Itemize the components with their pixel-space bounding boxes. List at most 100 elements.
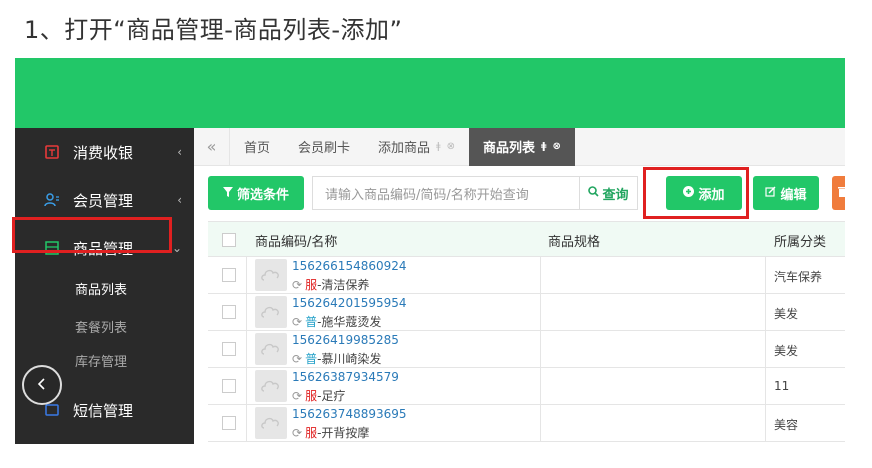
row-checkbox[interactable]	[222, 342, 236, 356]
product-type-tag: 服	[305, 278, 318, 292]
product-thumbnail-icon	[255, 370, 287, 402]
tab-add-product[interactable]: 添加商品 ǂ ⊗	[364, 128, 469, 166]
table-row[interactable]: 156266154860924 ⟳ 服-清洁保养 汽车保养	[208, 257, 845, 294]
column-divider	[765, 405, 766, 442]
tab-label: 添加商品	[378, 141, 431, 156]
edit-icon	[765, 186, 776, 200]
product-name: ⟳ 服-开背按摩	[292, 424, 369, 441]
product-category: 汽车保养	[774, 270, 823, 284]
tab-home[interactable]: 首页	[230, 128, 284, 166]
column-divider	[540, 331, 541, 368]
highlight-box-add-button	[643, 167, 749, 219]
tabs-scroll-left-icon[interactable]: «	[194, 127, 230, 166]
product-name: ⟳ 服-清洁保养	[292, 276, 369, 293]
pin-icon[interactable]: ǂ	[541, 141, 546, 152]
chevron-left-icon: ‹	[177, 145, 182, 159]
product-type-tag: 服	[305, 426, 318, 440]
product-name: ⟳ 普-施华蔻烫发	[292, 313, 381, 330]
product-type-tag: 普	[305, 352, 318, 366]
tab-label: 商品列表	[483, 141, 536, 156]
toolbar: 筛选条件 请输入商品编码/简码/名称开始查询 查询 添加 编辑	[208, 176, 845, 212]
sidebar-item-label: 短信管理	[73, 401, 134, 420]
edit-button[interactable]: 编辑	[753, 176, 819, 210]
query-button[interactable]: 查询	[580, 176, 638, 210]
page-heading: 1、打开“商品管理-商品列表-添加”	[24, 16, 403, 44]
close-icon[interactable]: ⊗	[447, 141, 455, 152]
product-category: 美容	[774, 418, 799, 432]
close-icon[interactable]: ⊗	[553, 141, 561, 152]
product-code[interactable]: 156264201595954	[292, 296, 407, 310]
trash-icon	[837, 186, 845, 201]
product-type-tag: 服	[305, 389, 318, 403]
tab-label: 首页	[244, 141, 271, 156]
chevron-down-icon: ⌄	[171, 241, 182, 255]
product-thumbnail-icon	[255, 259, 287, 291]
sidebar-item-label: 消费收银	[73, 143, 134, 162]
column-divider	[246, 368, 247, 405]
refresh-icon: ⟳	[292, 426, 303, 440]
edit-label: 编辑	[780, 187, 807, 203]
product-category: 11	[774, 379, 790, 393]
back-arrow-button[interactable]	[22, 365, 62, 405]
column-divider	[765, 294, 766, 331]
product-code[interactable]: 15626419985285	[292, 333, 399, 347]
product-name-text: -施华蔻烫发	[317, 315, 382, 329]
receipt-icon	[43, 143, 61, 161]
table-header: 商品编码/名称 商品规格 所属分类	[208, 221, 845, 257]
column-divider	[246, 294, 247, 331]
pin-icon[interactable]: ǂ	[436, 141, 441, 152]
chevron-left-icon	[35, 375, 49, 396]
sidebar-item-label: 会员管理	[73, 191, 134, 210]
table-body: 156266154860924 ⟳ 服-清洁保养 汽车保养 15626420159595…	[208, 257, 845, 442]
filter-label: 筛选条件	[236, 187, 289, 203]
row-checkbox[interactable]	[222, 416, 236, 430]
column-header-code: 商品编码/名称	[255, 235, 338, 250]
product-name-text: -开背按摩	[317, 426, 370, 440]
table-row[interactable]: 15626419985285 ⟳ 普-慕川崎染发 美发	[208, 331, 845, 368]
member-icon	[43, 191, 61, 209]
column-divider	[765, 368, 766, 405]
product-code[interactable]: 156266154860924	[292, 259, 407, 273]
table-row[interactable]: 156263748893695 ⟳ 服-开背按摩 美容	[208, 405, 845, 442]
product-category: 美发	[774, 307, 799, 321]
tab-member-card[interactable]: 会员刷卡	[284, 128, 364, 166]
product-table: 商品编码/名称 商品规格 所属分类 156266154860924 ⟳ 服-清洁保养…	[208, 221, 845, 442]
product-code[interactable]: 156263748893695	[292, 407, 407, 421]
product-type-tag: 普	[305, 315, 318, 329]
refresh-icon: ⟳	[292, 352, 303, 366]
delete-button[interactable]	[832, 176, 845, 210]
product-code[interactable]: 15626387934579	[292, 370, 399, 384]
refresh-icon: ⟳	[292, 315, 303, 329]
row-checkbox[interactable]	[222, 379, 236, 393]
chevron-left-icon: ‹	[177, 193, 182, 207]
product-name: ⟳ 服-足疗	[292, 387, 345, 404]
sidebar-item-cashier[interactable]: 消费收银 ‹	[15, 128, 194, 176]
product-name-text: -足疗	[317, 389, 346, 403]
column-divider	[246, 331, 247, 368]
sidebar-subitem-package-list[interactable]: 套餐列表	[15, 310, 194, 342]
table-row[interactable]: 156264201595954 ⟳ 普-施华蔻烫发 美发	[208, 294, 845, 331]
row-checkbox[interactable]	[222, 268, 236, 282]
column-divider	[540, 405, 541, 442]
column-divider	[540, 294, 541, 331]
tab-bar: « 首页 会员刷卡 添加商品 ǂ ⊗ 商品列表 ǂ ⊗	[194, 127, 845, 166]
tab-product-list[interactable]: 商品列表 ǂ ⊗	[469, 127, 575, 166]
product-thumbnail-icon	[255, 407, 287, 439]
product-thumbnail-icon	[255, 333, 287, 365]
product-category: 美发	[774, 344, 799, 358]
table-row[interactable]: 15626387934579 ⟳ 服-足疗 11	[208, 368, 845, 405]
refresh-icon: ⟳	[292, 278, 303, 292]
column-header-spec: 商品规格	[548, 235, 601, 250]
filter-button[interactable]: 筛选条件	[208, 176, 304, 210]
product-name-text: -清洁保养	[317, 278, 370, 292]
column-divider	[765, 257, 766, 294]
filter-icon	[222, 186, 233, 200]
refresh-icon: ⟳	[292, 389, 303, 403]
row-checkbox[interactable]	[222, 305, 236, 319]
product-thumbnail-icon	[255, 296, 287, 328]
search-input[interactable]: 请输入商品编码/简码/名称开始查询	[312, 176, 580, 210]
tab-label: 会员刷卡	[298, 141, 351, 156]
column-divider	[540, 368, 541, 405]
sidebar-subitem-product-list[interactable]: 商品列表	[15, 272, 194, 304]
select-all-checkbox[interactable]	[222, 233, 236, 247]
